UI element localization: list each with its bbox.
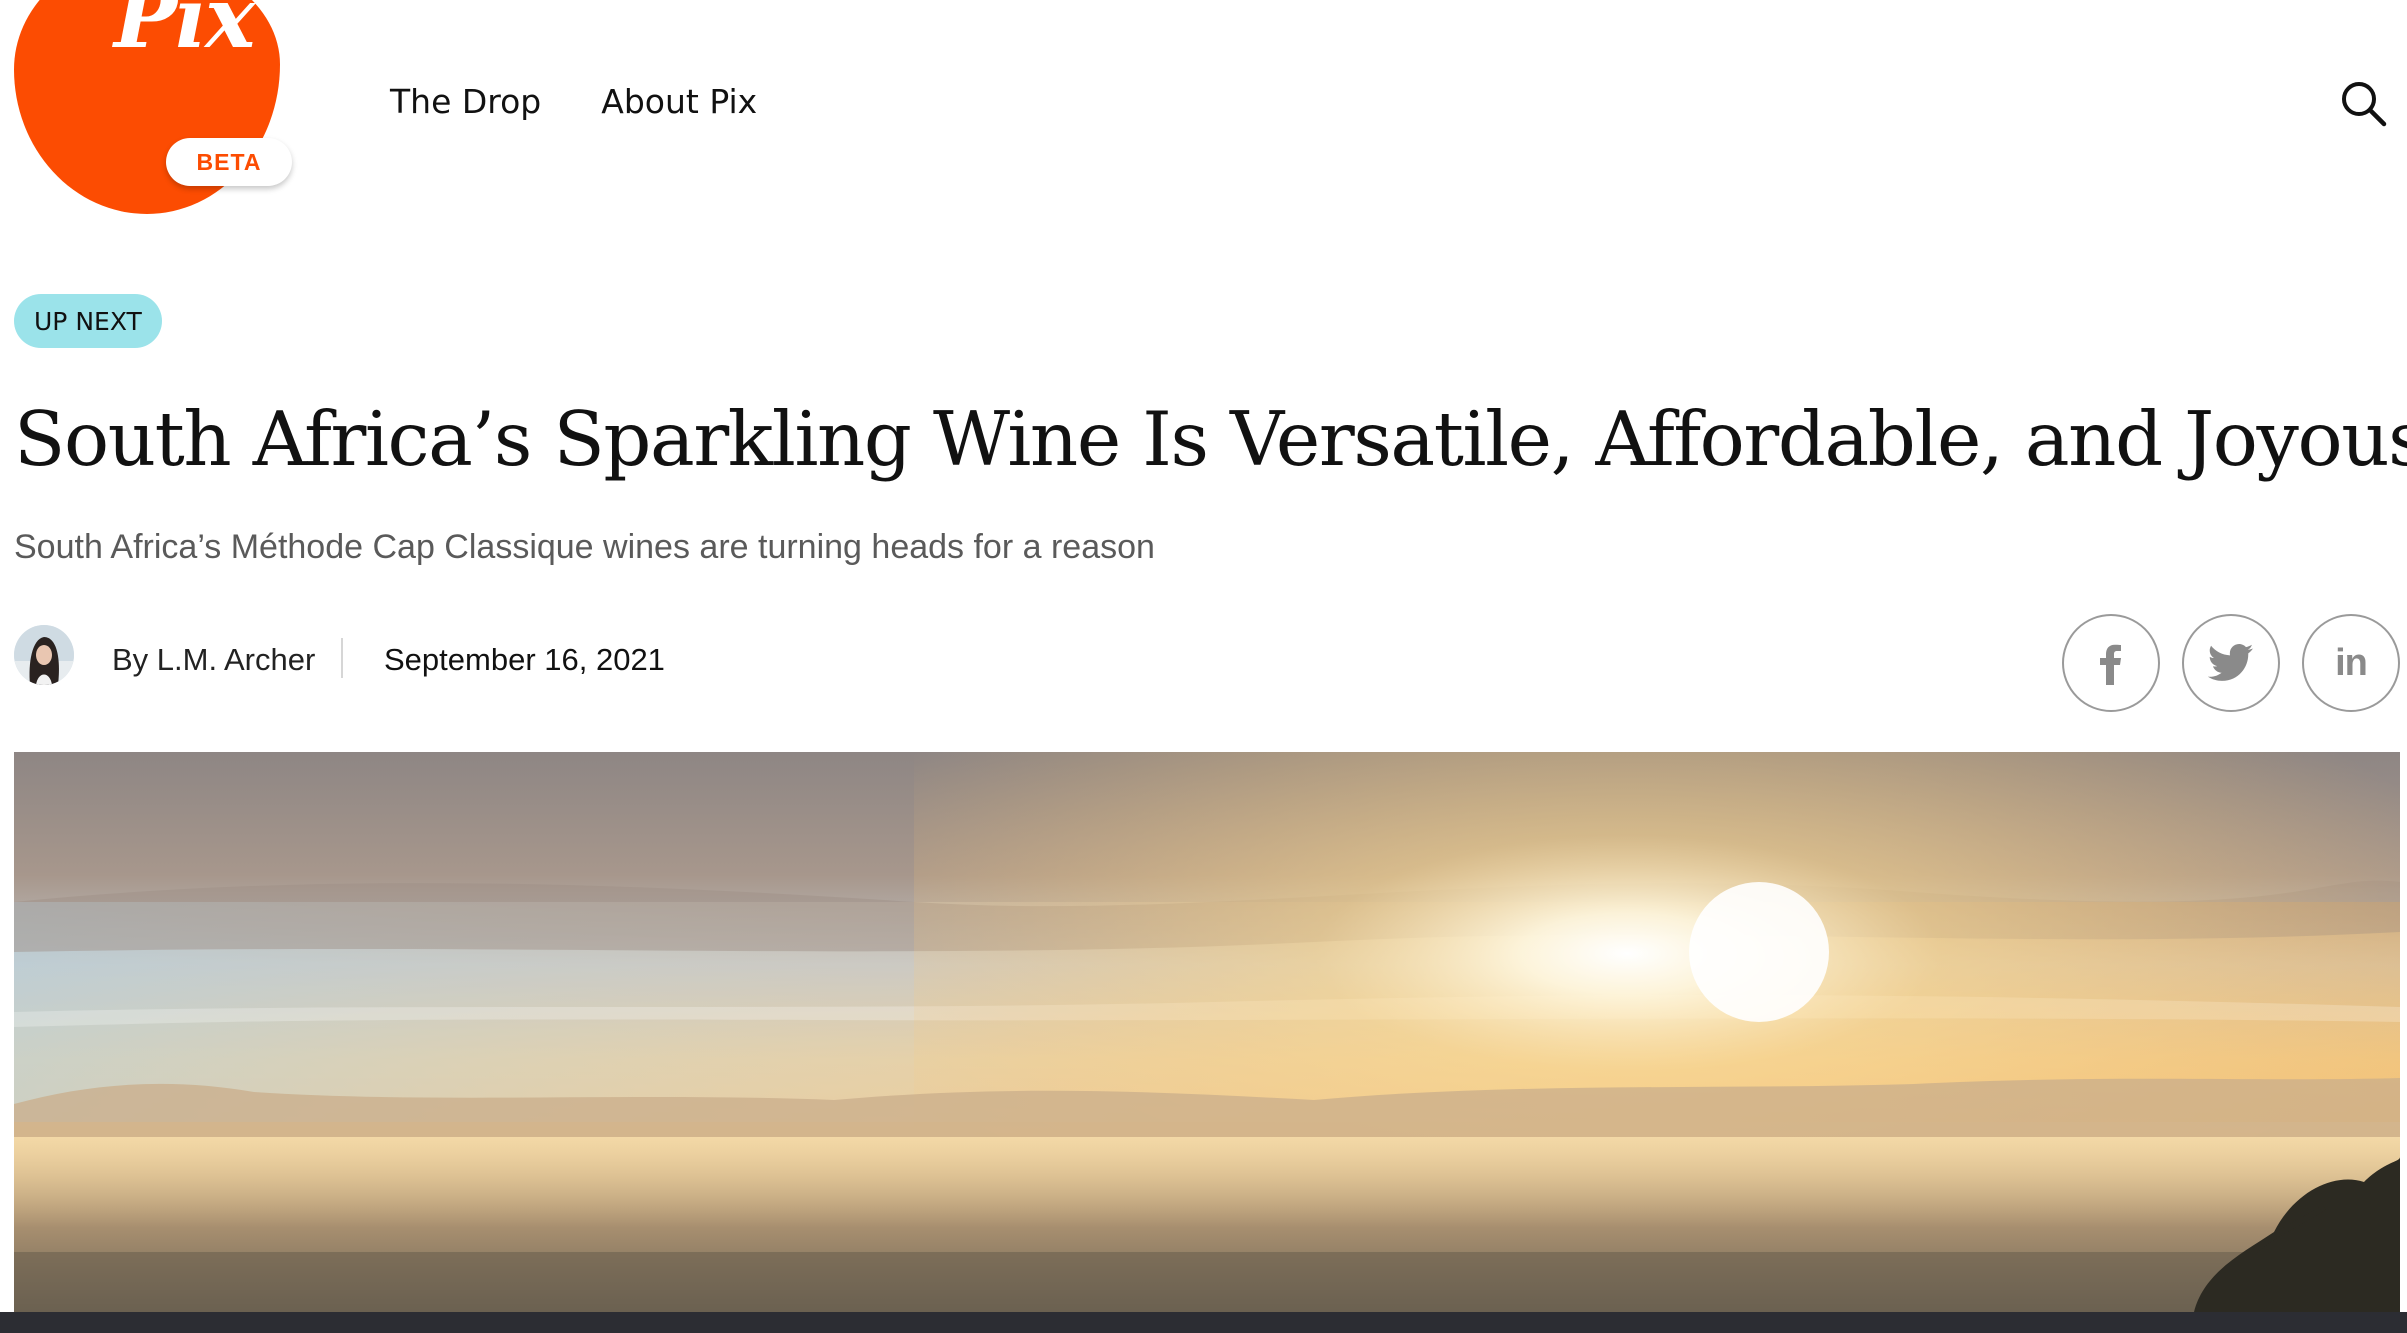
search-button[interactable] [2338,78,2390,130]
twitter-icon [2208,644,2254,681]
nav-link-about-pix[interactable]: About Pix [601,82,757,121]
sunrise-landscape-image [14,752,2400,1312]
share-facebook-button[interactable] [2062,614,2160,712]
facebook-icon [2100,644,2121,685]
article-title: South Africa’s Sparkling Wine Is Versati… [14,395,2407,483]
hero-image [14,752,2400,1312]
byline-divider [341,638,343,678]
search-icon [2342,82,2387,127]
author-avatar[interactable] [14,625,74,685]
page: Pix BETA The Drop About Pix UP NEXT Sout… [0,0,2407,1333]
author-name[interactable]: By L.M. Archer [112,642,315,678]
nav-link-the-drop[interactable]: The Drop [390,82,541,121]
bottom-bar [0,1312,2407,1333]
beta-badge: BETA [166,138,292,186]
share-linkedin-button[interactable]: in [2302,614,2400,712]
share-twitter-button[interactable] [2182,614,2280,712]
logo-text: Pix [114,0,255,67]
article-subtitle: South Africa’s Méthode Cap Classique win… [14,528,1155,566]
author-avatar-image [14,625,74,685]
publish-date: September 16, 2021 [384,642,665,677]
up-next-badge: UP NEXT [14,294,162,348]
main-nav: The Drop About Pix [390,82,757,121]
linkedin-icon: in [2335,641,2368,684]
